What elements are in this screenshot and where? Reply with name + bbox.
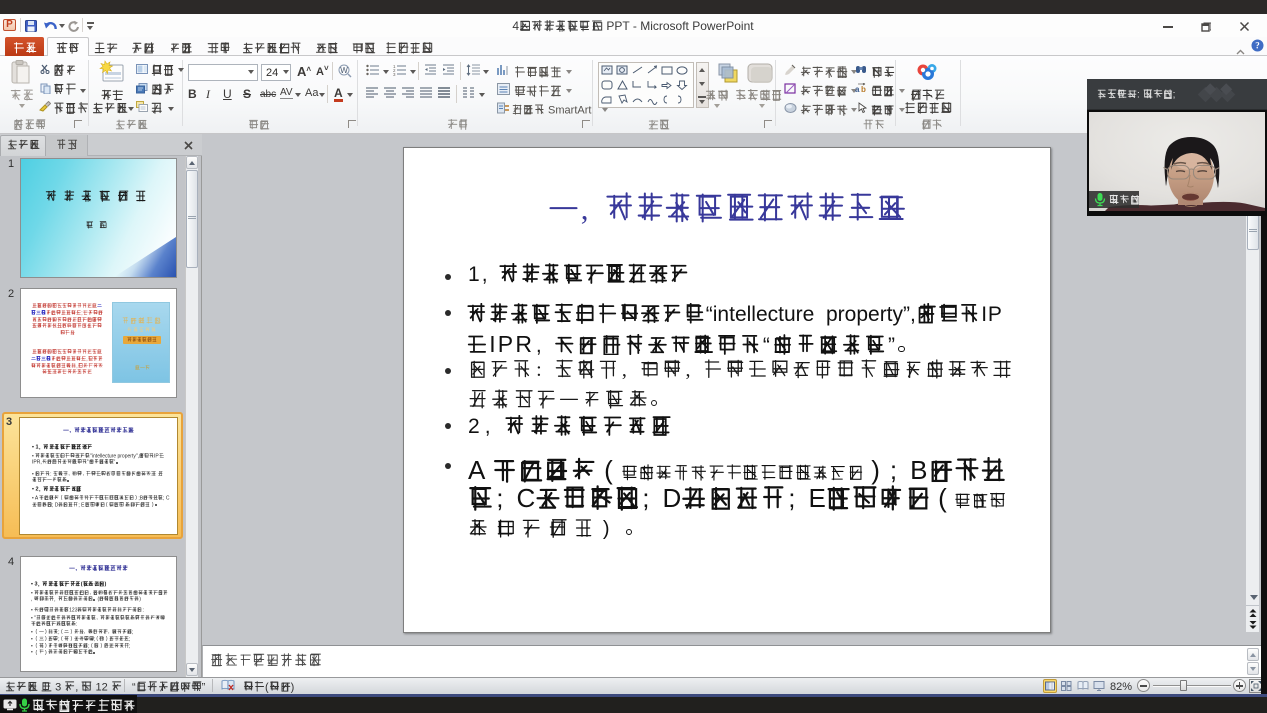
svg-text:a: a xyxy=(855,85,860,94)
svg-text:W: W xyxy=(340,66,348,75)
svg-text:3: 3 xyxy=(393,72,396,76)
svg-text:?: ? xyxy=(1255,41,1260,51)
svg-text:b: b xyxy=(861,85,866,94)
